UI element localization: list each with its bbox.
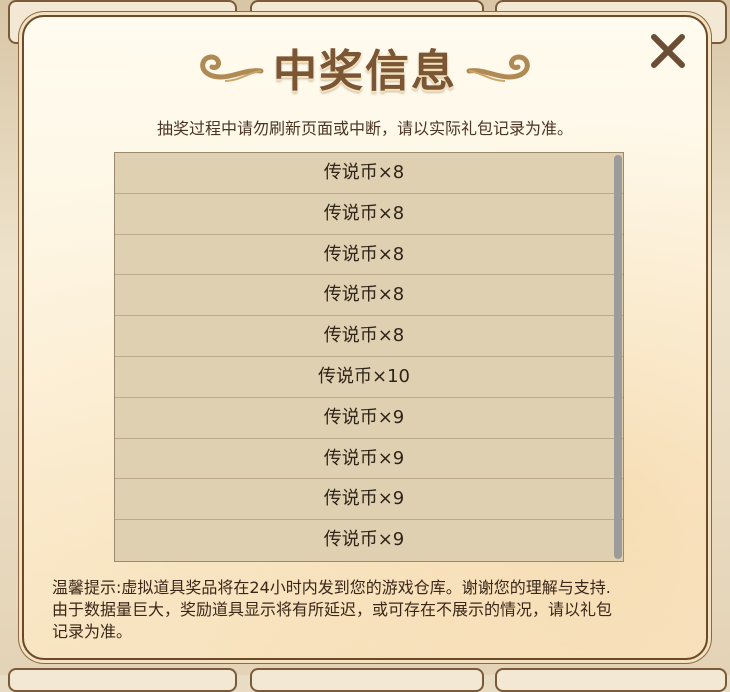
reward-row: 传说币×9	[115, 479, 623, 521]
reward-row: 传说币×9	[115, 439, 623, 480]
reward-row: 传说币×8	[115, 235, 623, 276]
background-card	[495, 668, 727, 692]
background-card	[8, 668, 237, 692]
reward-rows: 传说币×8 传说币×8 传说币×8 传说币×8 传说币×8 传说币×10 传说币×9 传说币×…	[115, 153, 623, 561]
list-scrollbar[interactable]	[614, 155, 622, 559]
reward-row: 传说币×9	[323, 529, 405, 551]
modal-title: 中奖信息	[273, 46, 457, 97]
modal-header: 中奖信息	[24, 39, 706, 97]
prize-info-modal: 中奖信息 抽奖过程中请勿刷新页面或中断，请以实际礼包记录为准。 传说币×8 传说币…	[22, 15, 708, 660]
tip-line: 记录为准。	[52, 622, 133, 641]
warm-tip: 温馨提示:虚拟道具奖品将在24小时内发到您的游戏仓库。谢谢您的理解与支持. 由于…	[52, 577, 692, 643]
tip-line: 温馨提示:虚拟道具奖品将在24小时内发到您的游戏仓库。谢谢您的理解与支持.	[52, 578, 611, 597]
left-swirl-ornament-icon	[200, 54, 264, 82]
reward-row: 传说币×9	[115, 398, 623, 439]
close-icon[interactable]	[646, 29, 690, 73]
tip-line: 由于数据量巨大，奖励道具显示将有所延迟，或可存在不展示的情况，请以礼包	[52, 600, 613, 619]
notice-text: 抽奖过程中请勿刷新页面或中断，请以实际礼包记录为准。	[156, 119, 573, 138]
reward-list[interactable]: 传说币×8 传说币×8 传说币×8 传说币×8 传说币×8 传说币×10 传说币×9 传说币×…	[114, 152, 624, 562]
reward-row: 传说币×10	[115, 357, 623, 398]
right-swirl-ornament-icon	[466, 54, 530, 82]
reward-row: 传说币×8	[115, 194, 623, 235]
reward-row: 传说币×8	[115, 316, 623, 357]
background-card	[250, 668, 484, 692]
reward-row: 传说币×8	[115, 153, 623, 194]
reward-row: 传说币×8	[115, 275, 623, 317]
